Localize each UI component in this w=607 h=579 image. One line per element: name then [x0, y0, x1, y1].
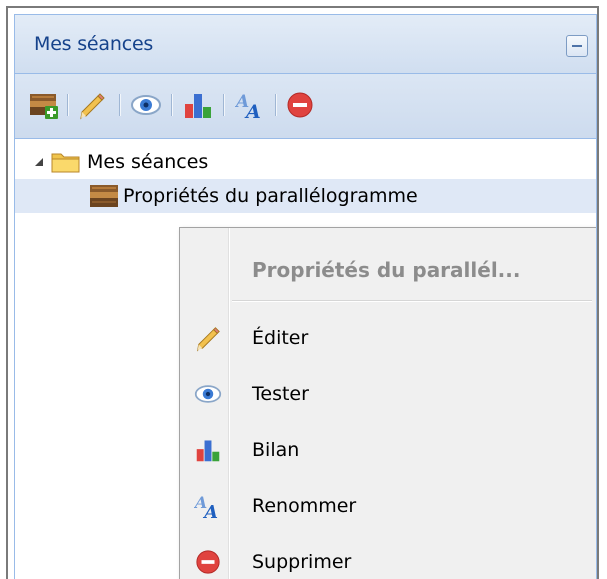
menu-item-label: Tester: [252, 383, 309, 405]
delete-icon: [194, 548, 222, 576]
eye-icon: [130, 93, 162, 117]
menu-separator: [232, 300, 592, 301]
menu-item-report[interactable]: Bilan: [182, 426, 594, 474]
toolbar-separator: [223, 94, 224, 116]
delete-button[interactable]: [283, 88, 317, 122]
toolbar-separator: [119, 94, 120, 116]
toolbar: A A: [15, 74, 596, 139]
report-button[interactable]: [181, 88, 215, 122]
menu-item-label: Renommer: [252, 495, 357, 517]
new-session-icon: [29, 90, 59, 120]
folder-icon: [51, 150, 81, 174]
panel-header: Mes séances: [15, 15, 596, 74]
session-icon: [89, 182, 119, 210]
menu-item-rename[interactable]: A A Renommer: [182, 482, 594, 530]
tree-node-root[interactable]: Mes séances: [15, 145, 596, 179]
svg-text:A: A: [202, 502, 218, 520]
context-menu: Propriétés du parallél... Éditer Tester …: [179, 227, 596, 579]
bar-chart-icon: [194, 436, 222, 464]
expand-arrow-icon[interactable]: [35, 158, 43, 166]
collapse-button[interactable]: [566, 35, 588, 57]
toolbar-separator: [171, 94, 172, 116]
new-session-button[interactable]: [27, 88, 61, 122]
delete-icon: [286, 91, 314, 119]
menu-item-edit[interactable]: Éditer: [182, 314, 594, 362]
menu-item-label: Supprimer: [252, 551, 352, 573]
tree-node-session[interactable]: Propriétés du parallélogramme: [15, 179, 596, 213]
toolbar-separator: [275, 94, 276, 116]
sessions-panel: Mes séances A A Mes séances Propriétés d…: [14, 14, 597, 579]
rename-icon: A A: [194, 492, 222, 520]
pencil-icon: [194, 324, 222, 352]
panel-title: Mes séances: [34, 33, 154, 55]
svg-text:A: A: [244, 101, 261, 120]
tree-node-label: Mes séances: [87, 151, 209, 173]
tree-node-label: Propriétés du parallélogramme: [123, 185, 418, 207]
test-button[interactable]: [129, 88, 163, 122]
rename-button[interactable]: A A: [233, 88, 267, 122]
pencil-icon: [77, 90, 107, 120]
toolbar-separator: [67, 94, 68, 116]
bar-chart-icon: [183, 90, 213, 120]
rename-icon: A A: [235, 90, 265, 120]
eye-icon: [194, 380, 222, 408]
menu-item-test[interactable]: Tester: [182, 370, 594, 418]
menu-item-label: Éditer: [252, 327, 309, 349]
menu-title: Propriétés du parallél...: [252, 258, 521, 282]
menu-item-label: Bilan: [252, 439, 300, 461]
menu-item-delete[interactable]: Supprimer: [182, 538, 594, 579]
edit-button[interactable]: [75, 88, 109, 122]
